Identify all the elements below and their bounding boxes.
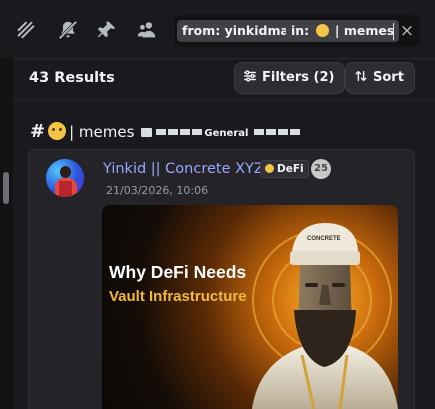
text-caret <box>393 23 394 40</box>
from-filter-chip[interactable]: from: yinkidmax <box>177 20 302 42</box>
sort-button[interactable]: Sort <box>345 62 415 94</box>
members-icon[interactable] <box>136 19 158 41</box>
level-badge: 25 <box>311 159 331 179</box>
notifications-muted-icon[interactable] <box>57 19 79 41</box>
message-image[interactable]: Why DeFi Needs Vault Infrastructure CONC… <box>102 205 398 409</box>
statue-illustration <box>252 223 398 409</box>
threads-icon[interactable] <box>15 19 37 41</box>
grinning-sweat-emoji-icon <box>315 24 329 37</box>
from-filter-key: from: <box>182 23 221 38</box>
search-toolbar: from: yinkidmax in: | memes × <box>0 0 435 58</box>
in-filter-value: | memes <box>334 23 395 38</box>
filters-icon <box>244 70 256 82</box>
sort-label: Sort <box>373 70 404 85</box>
folder-icon <box>141 128 153 137</box>
grinning-sweat-emoji-icon <box>48 122 67 140</box>
hat-text: CONCRETE <box>307 236 341 242</box>
server-tag-label: DeFi <box>277 163 304 175</box>
tag-emoji-icon <box>265 164 274 173</box>
pin-icon[interactable] <box>96 19 118 41</box>
toolbar-divider <box>13 58 435 59</box>
category-decoration-left <box>156 119 204 141</box>
left-rail <box>0 0 13 409</box>
server-tag-badge[interactable]: DeFi <box>260 160 309 178</box>
message-username[interactable]: Yinkid || Concrete XYZ <box>103 159 264 179</box>
channel-name: | memes <box>69 123 135 141</box>
results-count: 43 Results <box>29 70 115 86</box>
sort-icon <box>355 70 367 82</box>
left-scrollbar[interactable] <box>3 172 9 204</box>
avatar[interactable] <box>46 159 84 197</box>
channel-hash-icon: # <box>30 121 46 142</box>
message-timestamp: 21/03/2026, 10:06 <box>106 184 209 197</box>
header-divider <box>13 100 435 101</box>
search-input[interactable]: from: yinkidmax in: | memes × <box>174 15 420 47</box>
in-filter-chip[interactable]: in: | memes <box>286 20 400 42</box>
filters-button[interactable]: Filters (2) <box>234 62 346 94</box>
close-icon[interactable]: × <box>397 21 417 41</box>
in-filter-key: in: <box>291 23 310 38</box>
channel-category: General <box>204 128 249 139</box>
filters-label: Filters (2) <box>262 70 335 85</box>
channel-header[interactable]: # | memes General <box>30 119 302 142</box>
image-headline: Why DeFi Needs <box>109 262 247 282</box>
image-subheadline: Vault Infrastructure <box>109 288 247 305</box>
category-decoration-right <box>253 119 302 141</box>
